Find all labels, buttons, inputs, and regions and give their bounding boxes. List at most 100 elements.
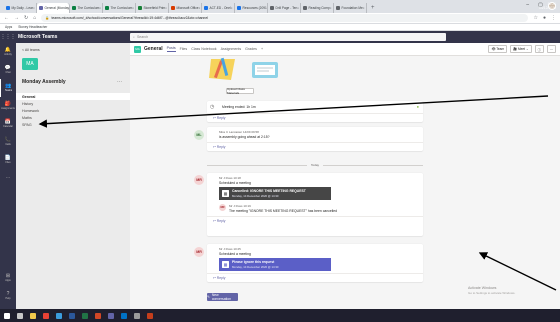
search-placeholder: Search: [136, 35, 149, 39]
back-arrow-icon[interactable]: ←: [4, 15, 9, 21]
taskbar-edge-icon[interactable]: [56, 312, 62, 319]
browser-tab[interactable]: ACT-ED - Onel ×: [202, 3, 235, 13]
rail-label: Help: [5, 297, 11, 300]
profile-icon[interactable]: ●: [543, 15, 546, 21]
rail-item-calendar[interactable]: 📅 Calendar: [0, 115, 16, 133]
rail-item-files[interactable]: 📄 Files: [0, 151, 16, 169]
browser-tab[interactable]: Drill Page - Ten ×: [268, 3, 301, 13]
clock-date: 14/12/2020: [539, 5, 556, 10]
star-icon[interactable]: ☆: [533, 15, 537, 21]
team-tile: MA: [22, 58, 38, 70]
home-icon[interactable]: ⌂: [33, 15, 36, 21]
bookmark-stoney[interactable]: Stoney Headteacher: [18, 25, 47, 29]
tab-class-notebook[interactable]: Class Notebook: [191, 47, 216, 52]
menu-icon[interactable]: ⋮: [551, 15, 556, 21]
reload-icon[interactable]: ↻: [24, 15, 28, 21]
rail-item-more[interactable]: ⋯: [0, 169, 16, 187]
channel-history[interactable]: History: [16, 100, 130, 107]
taskbar-start-icon[interactable]: [4, 312, 10, 319]
taskbar-outlook-icon[interactable]: [121, 312, 127, 319]
add-tab-button[interactable]: +: [261, 47, 263, 52]
reply-label: Reply: [216, 275, 226, 280]
tab-close-icon[interactable]: ×: [363, 6, 365, 10]
reply-label: Reply: [216, 145, 226, 149]
forward-arrow-icon[interactable]: →: [14, 15, 19, 21]
taskbar-app-icon[interactable]: [147, 312, 153, 319]
browser-tab[interactable]: General (Monday×: [37, 3, 70, 13]
system-clock[interactable]: 10:26 14/12/2020: [539, 2, 556, 10]
rail-item-calls[interactable]: 📞 Calls: [0, 133, 16, 151]
scheduled-meeting-bar[interactable]: ▦ Please ignore this request Monday, 14 …: [219, 258, 331, 271]
browser-tab[interactable]: Reading Comp ×: [301, 3, 334, 13]
tab-close-icon[interactable]: ×: [297, 6, 299, 10]
taskbar-chrome-icon[interactable]: [43, 312, 49, 319]
rail-item-activity[interactable]: 🔔 Activity: [0, 43, 16, 61]
taskbar-word-icon[interactable]: [69, 312, 75, 319]
tab-close-icon[interactable]: ×: [231, 6, 233, 10]
meeting-post-card: Mr J Ross 10:18 Scheduled a meeting ▦ Ca…: [207, 173, 423, 236]
app-rail: 🔔 Activity 💬 Chat 👥 Teams 🎒 Assignments 📅 Calenda…: [0, 43, 16, 309]
new-conversation-button[interactable]: ✎ New conversation: [207, 293, 238, 301]
bookmark-apps[interactable]: Apps: [5, 25, 12, 29]
info-icon[interactable]: ⓘ: [534, 44, 544, 54]
channel-general[interactable]: General: [16, 93, 130, 100]
taskbar-excel-icon[interactable]: [82, 312, 88, 319]
tab-grades[interactable]: Grades: [245, 47, 257, 52]
channel-spag[interactable]: SPAG: [16, 121, 130, 128]
meeting-ended-card: ◷ Meeting ended: 1h 1m ● ↩ Reply: [207, 101, 423, 122]
search-input[interactable]: ⌕ Search: [130, 33, 446, 41]
channel-homework[interactable]: Homework: [16, 107, 130, 114]
tab-label: Reading Comp: [308, 6, 330, 10]
browser-tab[interactable]: The Curriculum ×: [103, 3, 136, 13]
new-conversation-label: New conversation: [211, 293, 232, 301]
url-field[interactable]: 🔒 teams.microsoft.com/_#/school/conversa…: [41, 14, 529, 22]
new-tab-button[interactable]: +: [367, 5, 379, 13]
tab-label: Foundation Me: [341, 6, 363, 10]
upload-materials-button[interactable]: Upload Class Materials: [226, 87, 254, 95]
browser-tab[interactable]: Resources (2091×: [235, 3, 268, 13]
reply-link[interactable]: ↩ Reply: [213, 116, 225, 120]
taskbar-search-icon[interactable]: [17, 312, 23, 319]
rail-item-assignments[interactable]: 🎒 Assignments: [0, 97, 16, 115]
team-more-icon[interactable]: ···: [117, 79, 122, 85]
team-name: Monday Assembly: [22, 79, 66, 85]
all-teams-link[interactable]: < All teams: [16, 43, 130, 52]
welcome-illustration: [209, 57, 278, 80]
tab-close-icon[interactable]: ×: [33, 6, 35, 10]
channel-more-icon[interactable]: ⋯: [546, 44, 556, 54]
tab-close-icon[interactable]: ×: [132, 6, 134, 10]
rail-item-teams[interactable]: 👥 Teams: [0, 79, 16, 97]
browser-tab[interactable]: The Curriculum ×: [70, 3, 103, 13]
taskbar-teams-icon[interactable]: [108, 312, 114, 319]
reply-link[interactable]: ↩ Reply: [213, 219, 225, 223]
reply-link[interactable]: ↩ Reply: [213, 145, 225, 149]
taskbar-powerpoint-icon[interactable]: [95, 312, 101, 319]
cancelled-meeting-title: Cancelled: IGNORE THIS MEETING REQUEST: [232, 189, 306, 193]
browser-tab[interactable]: Microsoft Office ×: [169, 3, 202, 13]
reply-link[interactable]: ↩ Reply: [213, 276, 225, 280]
channel-maths[interactable]: Maths: [16, 114, 130, 121]
rail-item-apps[interactable]: ⊞ Apps: [0, 269, 16, 287]
rail-item-help[interactable]: ? Help: [0, 287, 16, 305]
team-button[interactable]: 👁 Team: [488, 44, 508, 54]
tab-close-icon[interactable]: ×: [199, 6, 201, 10]
app-launcher-icon[interactable]: ⋮⋮⋮: [0, 34, 16, 40]
meet-button[interactable]: 🎥 Meet ⌄: [510, 44, 532, 54]
tab-assignments[interactable]: Assignments: [221, 47, 242, 52]
browser-tab[interactable]: My Daily - Lear ×: [4, 3, 37, 13]
rail-item-chat[interactable]: 💬 Chat: [0, 61, 16, 79]
tab-label: Resources (2091: [242, 6, 267, 10]
tab-close-icon[interactable]: ×: [330, 6, 332, 10]
taskbar-settings-icon[interactable]: [134, 312, 140, 319]
tab-favicon-icon: [138, 6, 142, 10]
avatar: MR: [194, 247, 204, 257]
browser-tab[interactable]: Foundation Me ×: [334, 3, 367, 13]
tab-close-icon[interactable]: ×: [99, 6, 101, 10]
tab-files[interactable]: Files: [180, 47, 188, 52]
browser-tab[interactable]: Stonefield Prim ×: [136, 3, 169, 13]
minimize-button[interactable]: –: [526, 2, 529, 8]
cancelled-meeting-bar[interactable]: ▦ Cancelled: IGNORE THIS MEETING REQUEST…: [219, 187, 331, 200]
tab-close-icon[interactable]: ×: [165, 6, 167, 10]
taskbar-explorer-icon[interactable]: [30, 312, 36, 319]
tab-posts[interactable]: Posts: [166, 46, 176, 52]
